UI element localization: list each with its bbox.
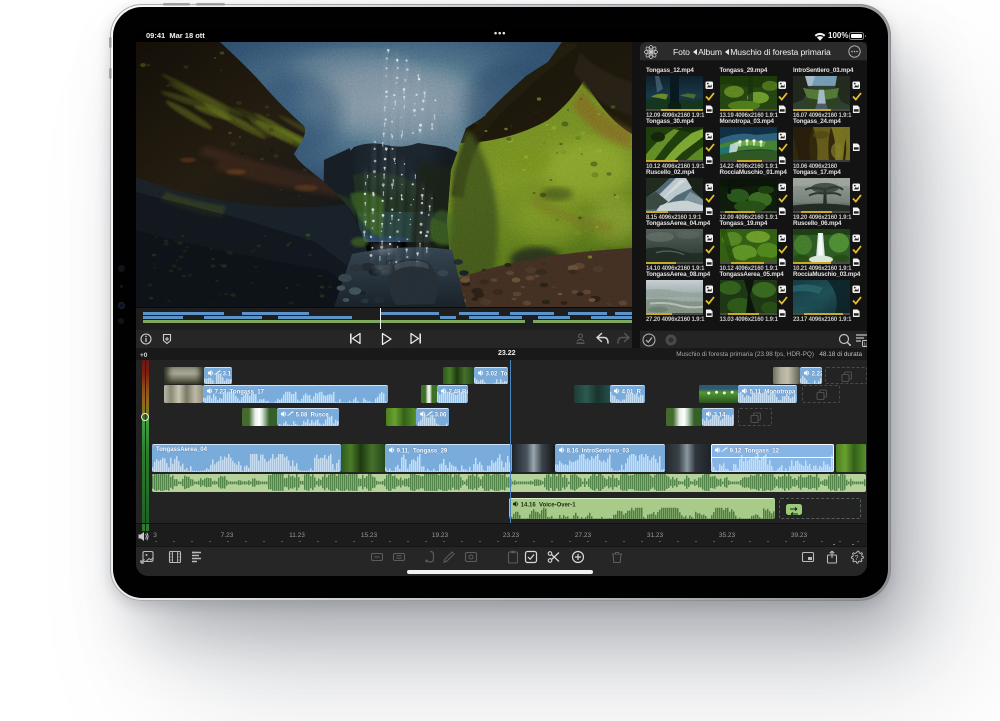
svg-text:?: ? [855, 555, 859, 562]
svg-text:18: 18 [864, 341, 868, 346]
